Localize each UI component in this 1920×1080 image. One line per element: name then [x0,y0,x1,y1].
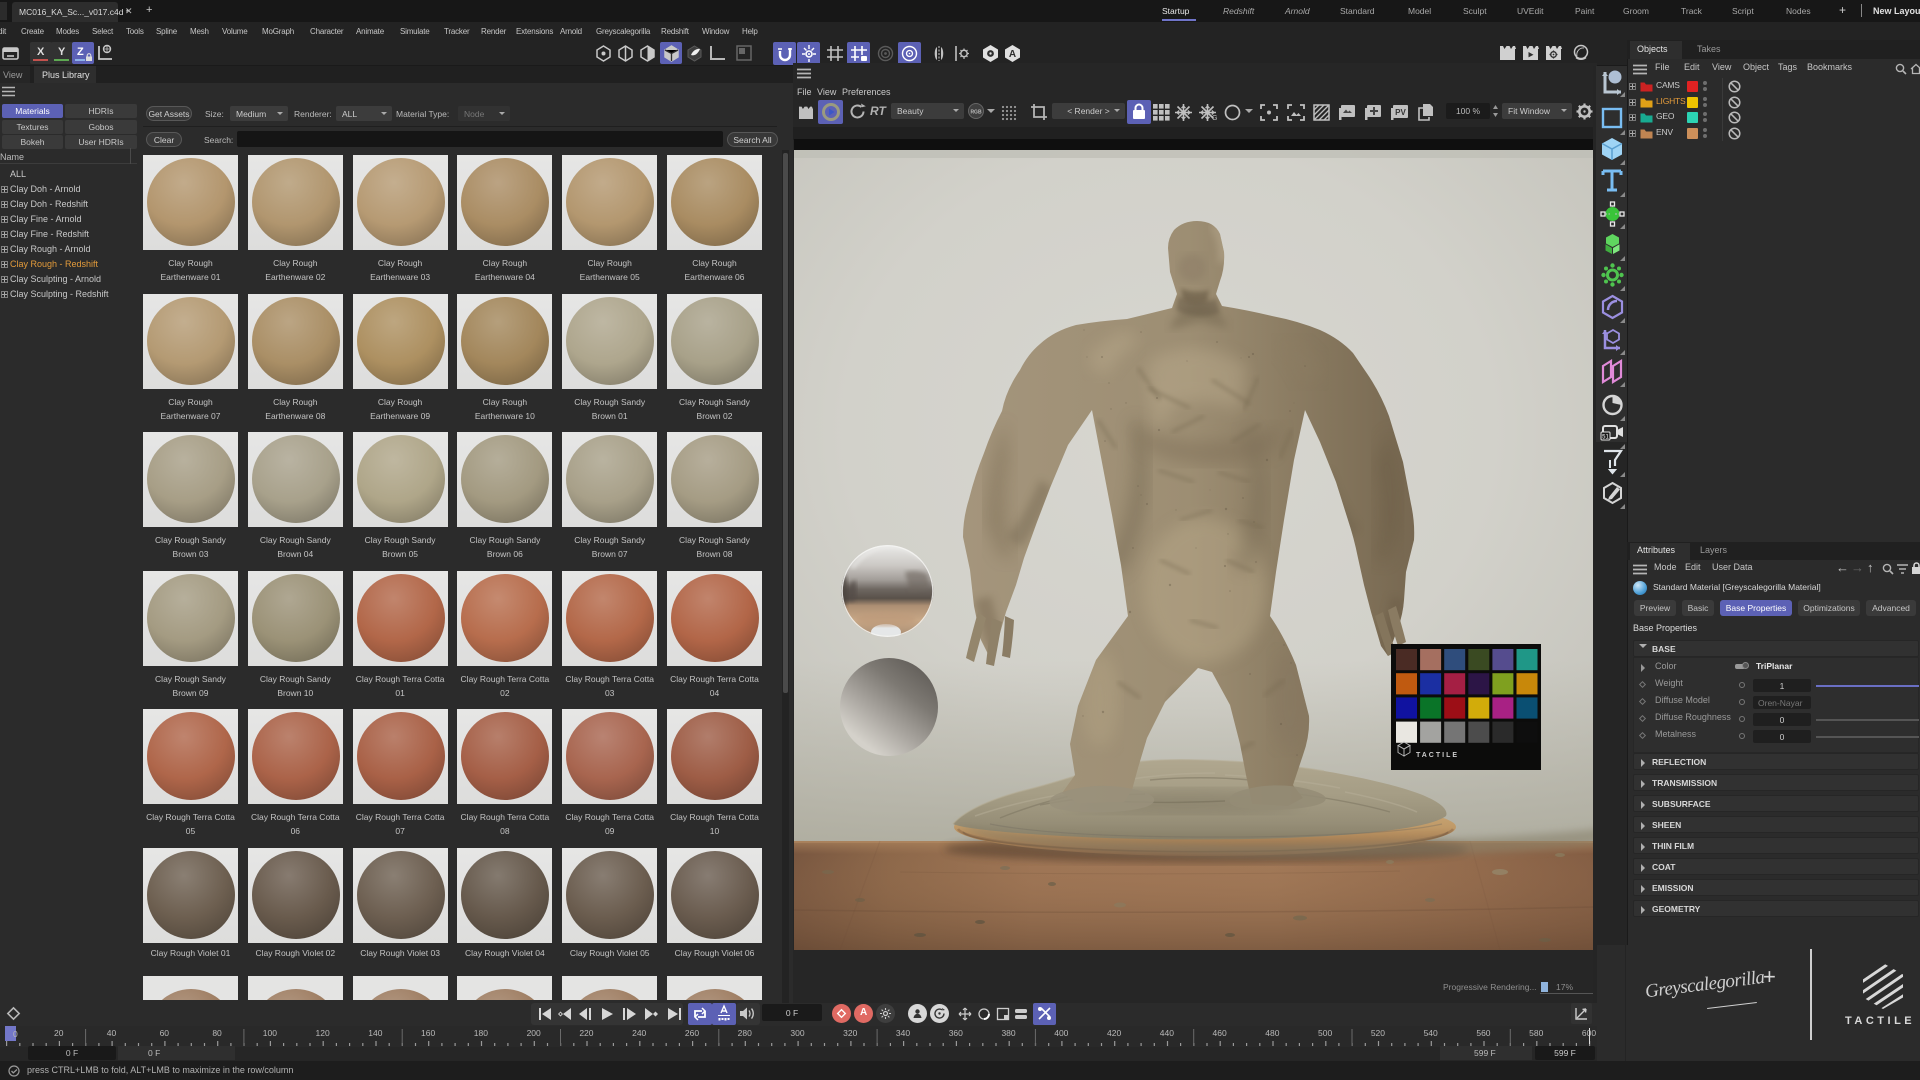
svg-text:TACTILE: TACTILE [1416,752,1459,759]
svg-text:PV: PV [1395,108,1406,117]
svg-text:RGB: RGB [970,110,982,116]
svg-text:G: G [1212,115,1217,122]
svg-text:A: A [1009,49,1016,60]
svg-text:51: 51 [1602,435,1609,441]
